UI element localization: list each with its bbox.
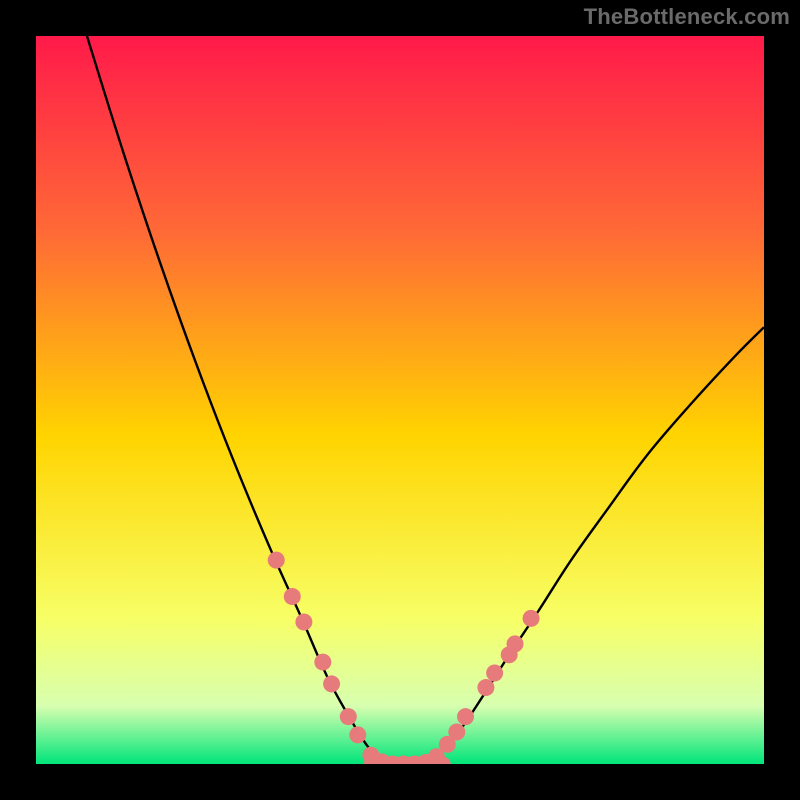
gradient-background [36,36,764,764]
chart-frame: TheBottleneck.com [0,0,800,800]
data-marker [314,654,331,671]
data-marker [486,665,503,682]
data-marker [268,552,285,569]
plot-area [36,36,764,764]
data-marker [340,708,357,725]
data-marker [323,675,340,692]
data-marker [349,726,366,743]
chart-svg [36,36,764,764]
data-marker [448,723,465,740]
watermark-label: TheBottleneck.com [584,4,790,30]
data-marker [295,614,312,631]
data-marker [457,708,474,725]
data-marker [523,610,540,627]
data-marker [507,635,524,652]
data-marker [477,679,494,696]
data-marker [284,588,301,605]
